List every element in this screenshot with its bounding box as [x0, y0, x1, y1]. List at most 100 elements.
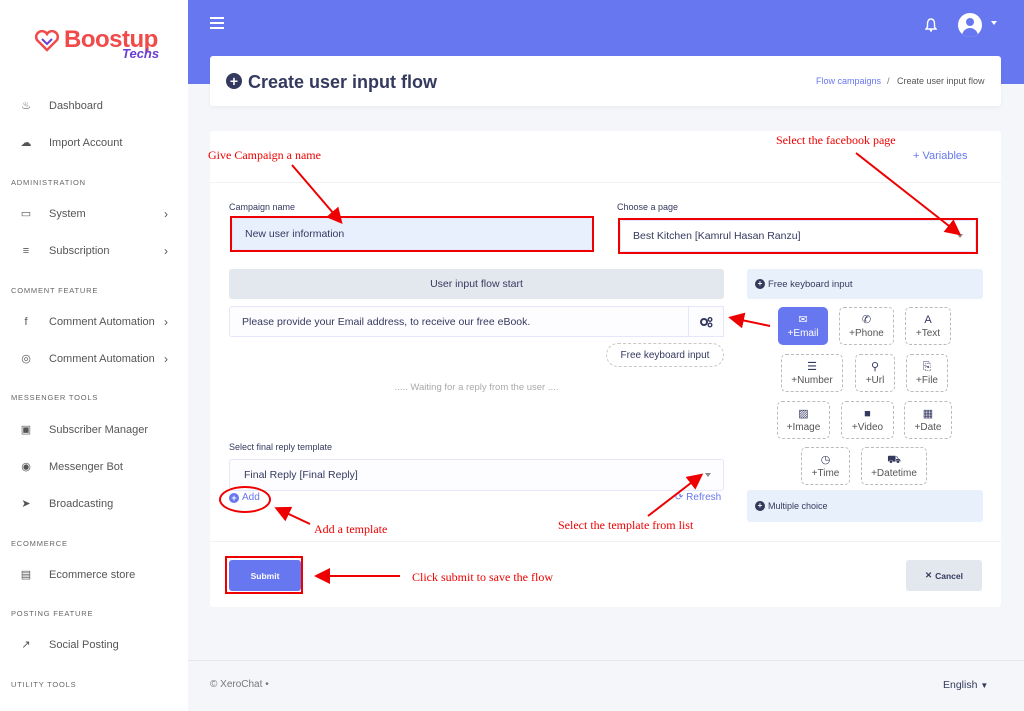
clock-icon: ◷ — [820, 453, 831, 466]
type-image-button[interactable]: ▨ +Image — [777, 401, 830, 439]
type-url-button[interactable]: ⚲ +Url — [855, 354, 895, 392]
fire-icon: ♨ — [21, 100, 31, 112]
annotation-add-template: Add a template — [314, 522, 388, 536]
sidebar-item-label: System — [49, 208, 86, 220]
sidebar-item-subscriber-manager[interactable]: ▣ Subscriber Manager — [0, 415, 188, 445]
free-keyboard-input-button[interactable]: Free keyboard input — [606, 343, 724, 367]
type-label: Datetime — [876, 467, 917, 479]
language-dropdown[interactable]: English ▼ — [943, 679, 988, 691]
paperclip-icon: ⎘ — [922, 360, 932, 373]
type-number-button[interactable]: ☰ +Number — [781, 354, 843, 392]
type-label: File — [921, 374, 938, 386]
sidebar-item-system[interactable]: ▭ System › — [0, 199, 188, 229]
type-label: Email — [793, 327, 819, 339]
sidebar-item-label: Subscription — [49, 245, 110, 257]
panel-title: Free keyboard input — [768, 278, 853, 290]
sidebar-item-social-posting[interactable]: ↗ Social Posting — [0, 630, 188, 660]
breadcrumb-separator: / — [887, 76, 890, 86]
brand-sub: Techs — [122, 46, 160, 61]
user-avatar[interactable] — [958, 13, 982, 37]
sidebar-item-label: Comment Automation — [49, 353, 155, 365]
calendar-clock-icon: ⛟ — [887, 453, 901, 466]
waiting-text: ..... Waiting for a reply from the user … — [394, 382, 559, 393]
sidebar-item-comment-automation-instagram[interactable]: ◎ Comment Automation › — [0, 344, 188, 374]
chevron-right-icon: › — [164, 207, 168, 221]
chevron-right-icon: › — [164, 244, 168, 258]
robot-icon: ◉ — [21, 461, 31, 473]
type-label: Text — [921, 327, 941, 339]
type-text-button[interactable]: A +Text — [905, 307, 951, 345]
refresh-label: Refresh — [686, 492, 722, 503]
annotation-submit: Click submit to save the flow — [412, 570, 553, 584]
sidebar-item-messenger-bot[interactable]: ◉ Messenger Bot — [0, 452, 188, 482]
choose-page-label: Choose a page — [617, 202, 679, 212]
sidebar-item-dashboard[interactable]: ♨ Dashboard — [0, 91, 188, 121]
envelope-icon: ✉ — [798, 313, 808, 326]
sidebar-item-comment-automation-facebook[interactable]: f Comment Automation › — [0, 307, 188, 337]
image-icon: ▨ — [798, 407, 809, 420]
type-file-button[interactable]: ⎘ +File — [906, 354, 948, 392]
settings-button[interactable] — [688, 306, 724, 337]
sidebar-item-label: Import Account — [49, 137, 123, 149]
coins-icon: ≡ — [22, 245, 30, 257]
free-keyboard-panel-header[interactable]: + Free keyboard input — [747, 269, 983, 299]
caret-down-icon: ▼ — [980, 681, 989, 690]
cancel-button[interactable]: ✕ Cancel — [906, 560, 982, 591]
hamburger-menu-icon[interactable] — [210, 17, 224, 32]
type-date-button[interactable]: ▦ +Date — [904, 401, 952, 439]
plus-circle-icon: + — [226, 73, 242, 89]
sidebar: Boostup Techs ♨ Dashboard ☁ Import Accou… — [0, 0, 188, 711]
chevron-right-icon: › — [164, 315, 168, 329]
variables-link[interactable]: + Variables — [913, 150, 968, 162]
sidebar-item-label: Social Posting — [49, 639, 119, 651]
multiple-choice-panel-header[interactable]: + Multiple choice — [747, 490, 983, 522]
panel-title: Multiple choice — [768, 501, 828, 511]
campaign-name-label: Campaign name — [229, 202, 296, 212]
bell-icon[interactable] — [925, 18, 937, 32]
type-label: Video — [857, 421, 884, 433]
refresh-link[interactable]: ⟳ Refresh — [675, 492, 721, 503]
cloud-upload-icon: ☁ — [20, 137, 32, 149]
caret-down-icon[interactable] — [991, 21, 997, 25]
type-datetime-button[interactable]: ⛟ +Datetime — [861, 447, 927, 485]
type-label: Url — [871, 374, 885, 386]
flow-start-bar: User input flow start — [229, 269, 724, 299]
refresh-icon: ⟳ — [675, 492, 684, 503]
cancel-label: Cancel — [935, 570, 963, 581]
card-divider — [210, 541, 1001, 542]
sidebar-header-administration: ADMINISTRATION — [11, 178, 86, 187]
type-label: Phone — [854, 327, 884, 339]
final-reply-value: Final Reply [Final Reply] — [244, 469, 358, 481]
sidebar-item-broadcasting[interactable]: ➤ Broadcasting — [0, 489, 188, 519]
type-label: Image — [792, 421, 821, 433]
type-label: Number — [797, 374, 833, 386]
sidebar-header-comment-feature: COMMENT FEATURE — [11, 286, 99, 295]
type-time-button[interactable]: ◷ +Time — [801, 447, 850, 485]
text-icon: A — [924, 313, 932, 326]
annotation-select-template: Select the template from list — [558, 518, 694, 532]
breadcrumb-link[interactable]: Flow campaigns — [816, 76, 881, 86]
sidebar-item-ecommerce-store[interactable]: ▤ Ecommerce store — [0, 560, 188, 590]
bullet-icon: • — [265, 679, 269, 690]
sidebar-item-label: Dashboard — [49, 100, 103, 112]
annotation-facebook-page: Select the facebook page — [776, 133, 896, 147]
type-email-button[interactable]: ✉ +Email — [778, 307, 828, 345]
sidebar-item-import-account[interactable]: ☁ Import Account — [0, 128, 188, 158]
question-value: Please provide your Email address, to re… — [242, 315, 531, 328]
list-ol-icon: ☰ — [807, 360, 817, 373]
sidebar-header-ecommerce: ECOMMERCE — [11, 539, 68, 548]
sidebar-item-subscription[interactable]: ≡ Subscription › — [0, 236, 188, 266]
type-label: Time — [817, 467, 840, 479]
final-reply-select[interactable]: Final Reply [Final Reply] — [229, 459, 724, 491]
question-input[interactable]: Please provide your Email address, to re… — [229, 306, 689, 337]
store-icon: ▤ — [20, 569, 32, 581]
brand-logo[interactable]: Boostup Techs — [34, 24, 164, 64]
type-phone-button[interactable]: ✆ +Phone — [839, 307, 894, 345]
card-divider — [210, 182, 1001, 183]
address-book-icon: ▣ — [20, 424, 32, 436]
type-video-button[interactable]: ■ +Video — [841, 401, 894, 439]
page-highlight-box — [618, 218, 978, 254]
variables-label: Variables — [922, 150, 968, 162]
type-label: Date — [920, 421, 942, 433]
sidebar-item-label: Broadcasting — [49, 498, 114, 510]
